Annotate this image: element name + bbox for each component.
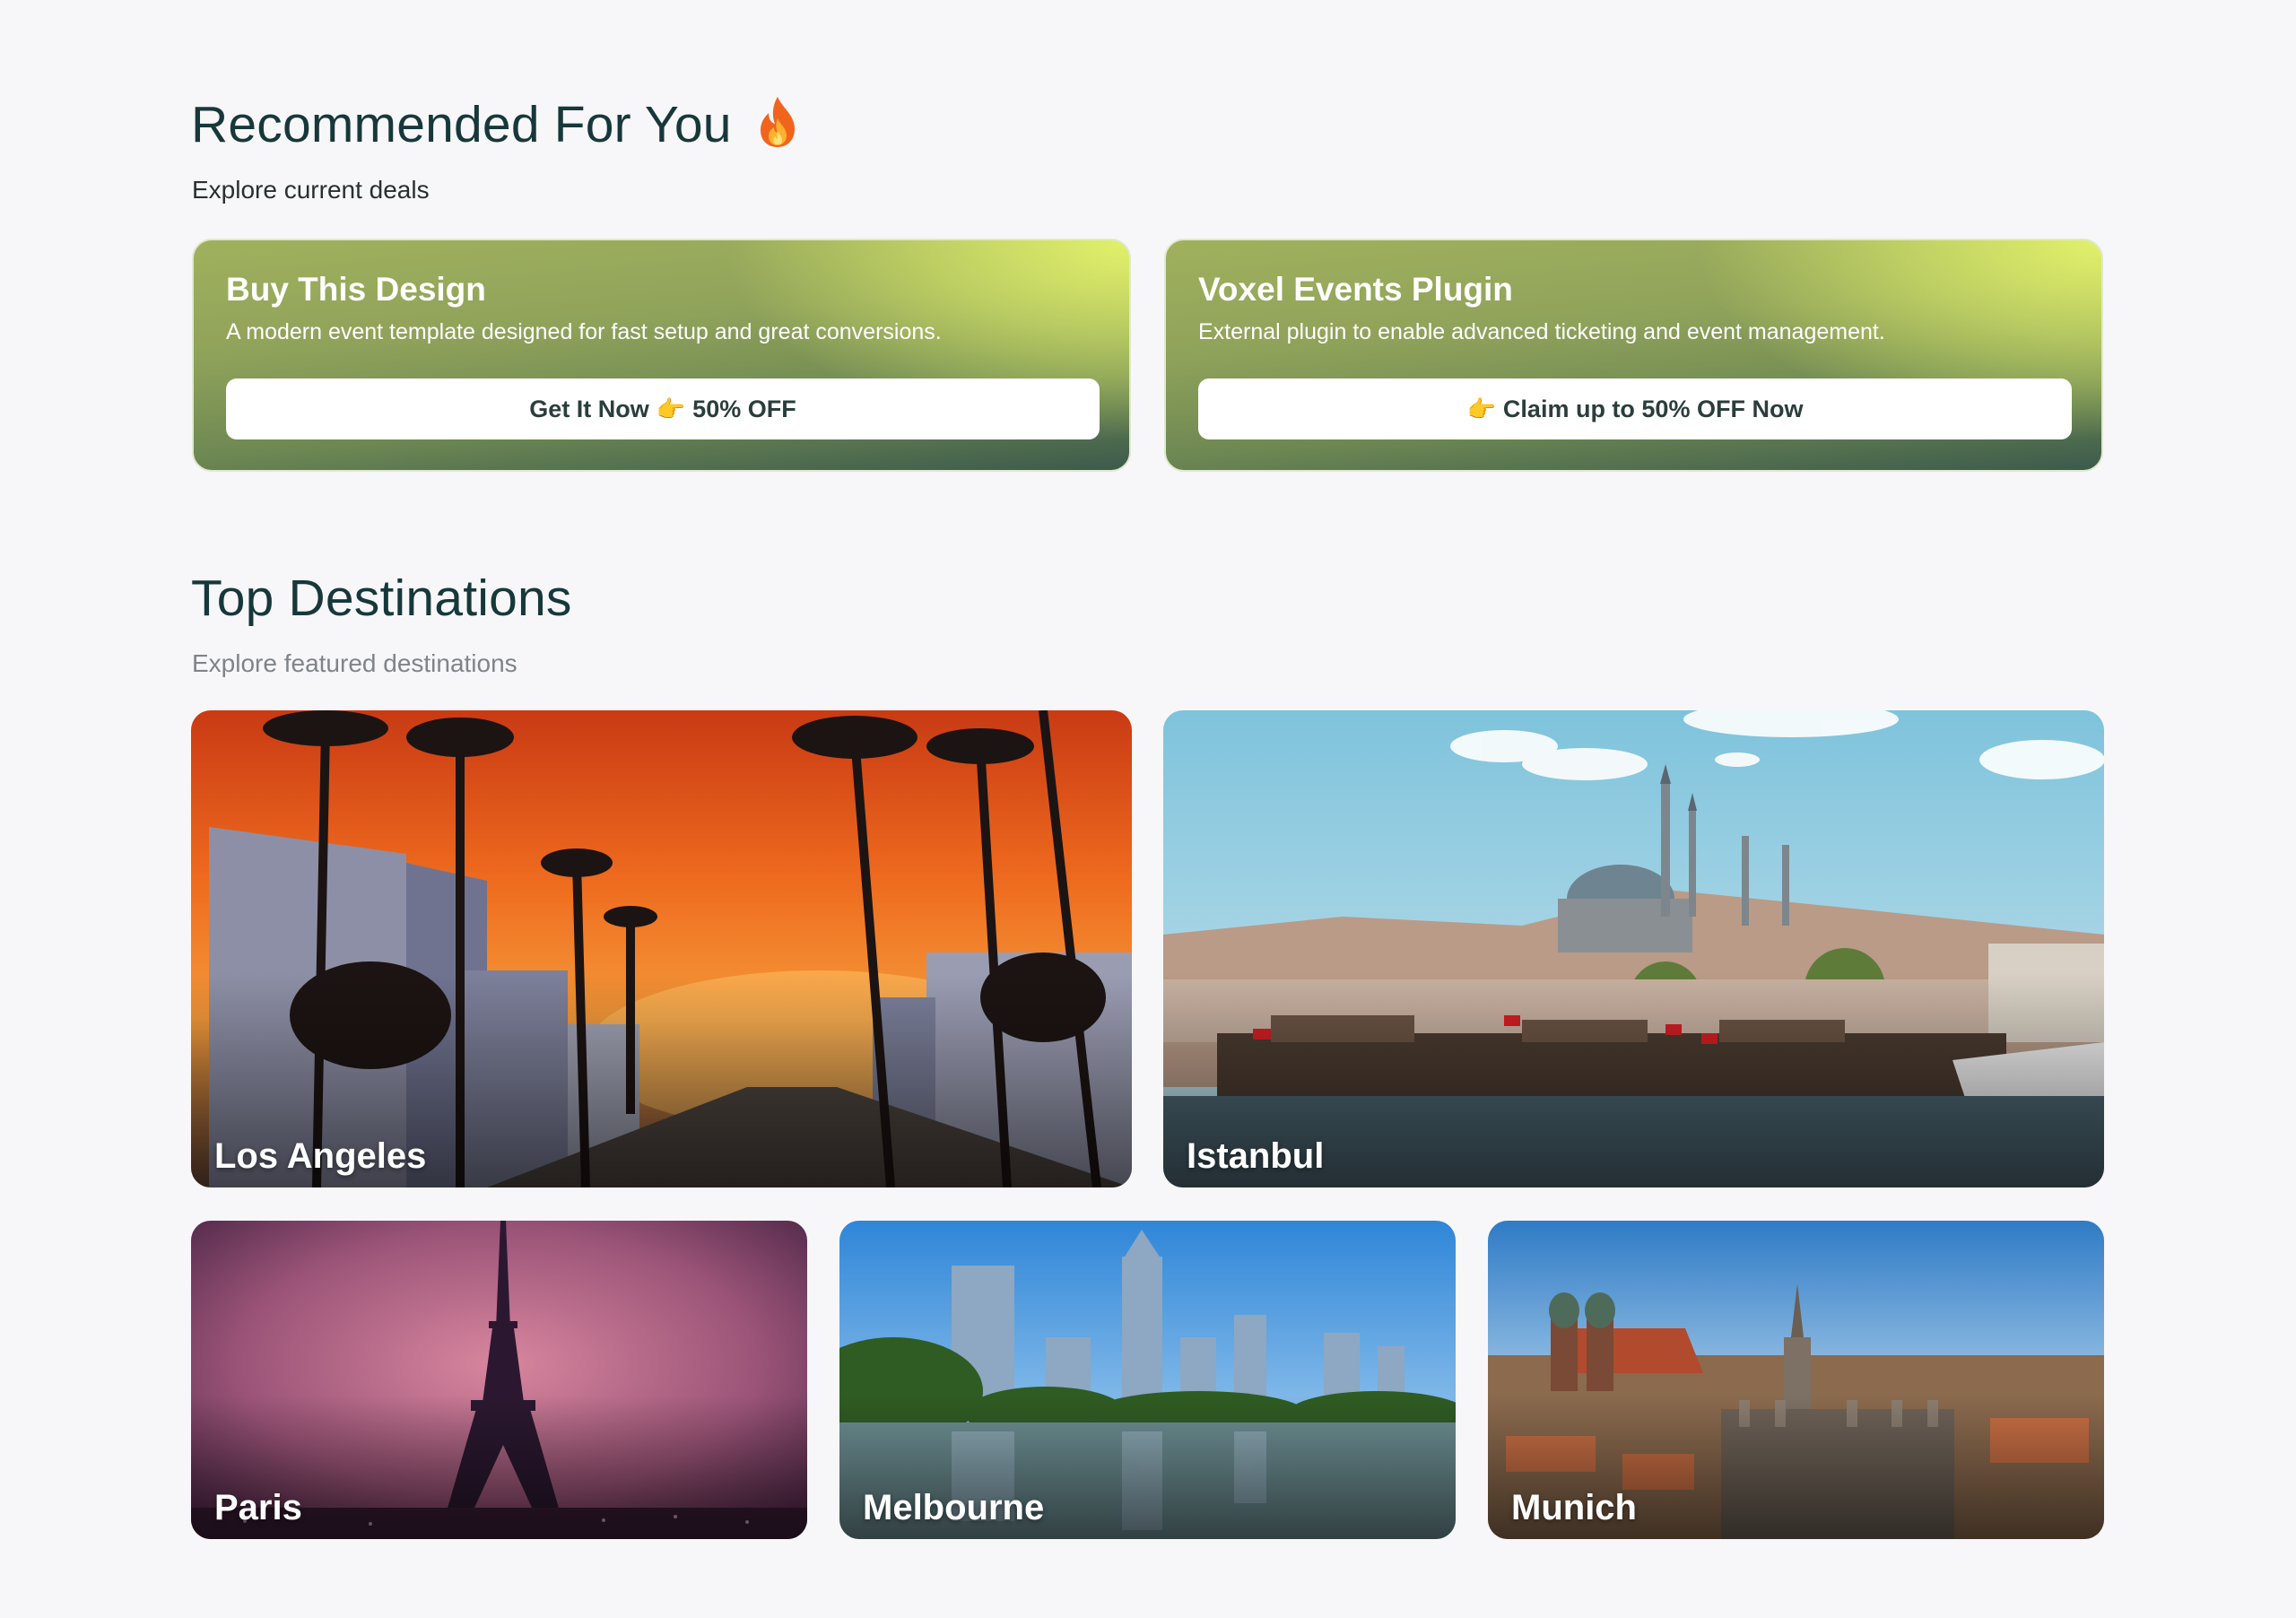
recommended-subtitle: Explore current deals bbox=[192, 176, 430, 204]
recommended-title-text: Recommended For You bbox=[191, 96, 732, 154]
deal-card-buy-design: Buy This Design A modern event template … bbox=[192, 239, 1131, 472]
destination-name: Paris bbox=[214, 1488, 302, 1527]
recommended-title: Recommended For You bbox=[191, 95, 800, 161]
destination-card-paris[interactable]: Paris bbox=[191, 1221, 807, 1539]
destinations-subtitle: Explore featured destinations bbox=[192, 649, 517, 677]
deal-description: A modern event template designed for fas… bbox=[226, 319, 942, 344]
destination-name: Melbourne bbox=[863, 1488, 1045, 1527]
button-label: Claim up to 50% OFF Now bbox=[1502, 395, 1804, 422]
claim-offer-button[interactable]: 👉 Claim up to 50% OFF Now bbox=[1198, 378, 2072, 439]
deal-card-voxel-plugin: Voxel Events Plugin External plugin to e… bbox=[1164, 239, 2103, 472]
deal-title: Voxel Events Plugin bbox=[1198, 271, 1513, 308]
destination-card-istanbul[interactable]: Istanbul bbox=[1163, 710, 2104, 1187]
fire-icon bbox=[755, 95, 800, 161]
button-label-start: Get It Now bbox=[529, 395, 649, 422]
destination-name: Los Angeles bbox=[214, 1136, 427, 1176]
pointing-hand-icon: 👉 bbox=[656, 395, 686, 422]
destination-card-los-angeles[interactable]: Los Angeles bbox=[191, 710, 1132, 1187]
deal-description: External plugin to enable advanced ticke… bbox=[1198, 319, 1885, 344]
destination-card-munich[interactable]: Munich bbox=[1488, 1221, 2104, 1539]
destinations-title: Top Destinations bbox=[191, 570, 572, 627]
deal-title: Buy This Design bbox=[226, 271, 486, 308]
destination-card-melbourne[interactable]: Melbourne bbox=[839, 1221, 1456, 1539]
get-it-now-button[interactable]: Get It Now 👉 50% OFF bbox=[226, 378, 1100, 439]
button-label-end: 50% OFF bbox=[692, 395, 796, 422]
pointing-hand-icon: 👉 bbox=[1466, 395, 1496, 422]
destination-name: Munich bbox=[1511, 1488, 1637, 1527]
destination-name: Istanbul bbox=[1187, 1136, 1325, 1176]
